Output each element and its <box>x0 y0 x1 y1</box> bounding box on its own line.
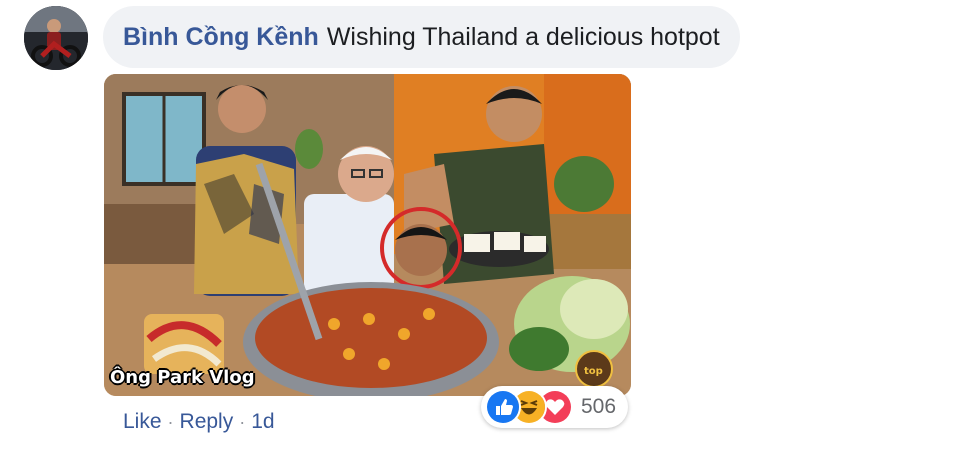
comment-text: Wishing Thailand a delicious hotpot <box>326 22 720 51</box>
like-icon <box>485 389 521 425</box>
comment-bubble: Bình Cồng Kềnh Wishing Thailand a delici… <box>103 6 740 68</box>
like-link[interactable]: Like <box>123 410 162 434</box>
comment-photo[interactable]: top Ông Park Vlog <box>104 74 631 396</box>
separator: · <box>167 411 174 432</box>
photo-watermark: Ông Park Vlog <box>110 367 255 388</box>
comment-actions: Like · Reply · 1d <box>123 410 275 434</box>
reactions-summary[interactable]: 506 <box>481 386 629 428</box>
avatar[interactable] <box>24 6 88 70</box>
corner-logo-text: top <box>584 366 603 377</box>
reply-link[interactable]: Reply <box>180 410 234 434</box>
author-name[interactable]: Bình Cồng Kềnh <box>123 23 319 52</box>
timestamp[interactable]: 1d <box>251 410 274 434</box>
reaction-count: 506 <box>581 395 617 418</box>
comment-container: Bình Cồng Kềnh Wishing Thailand a delici… <box>0 0 957 453</box>
separator: · <box>239 411 246 432</box>
